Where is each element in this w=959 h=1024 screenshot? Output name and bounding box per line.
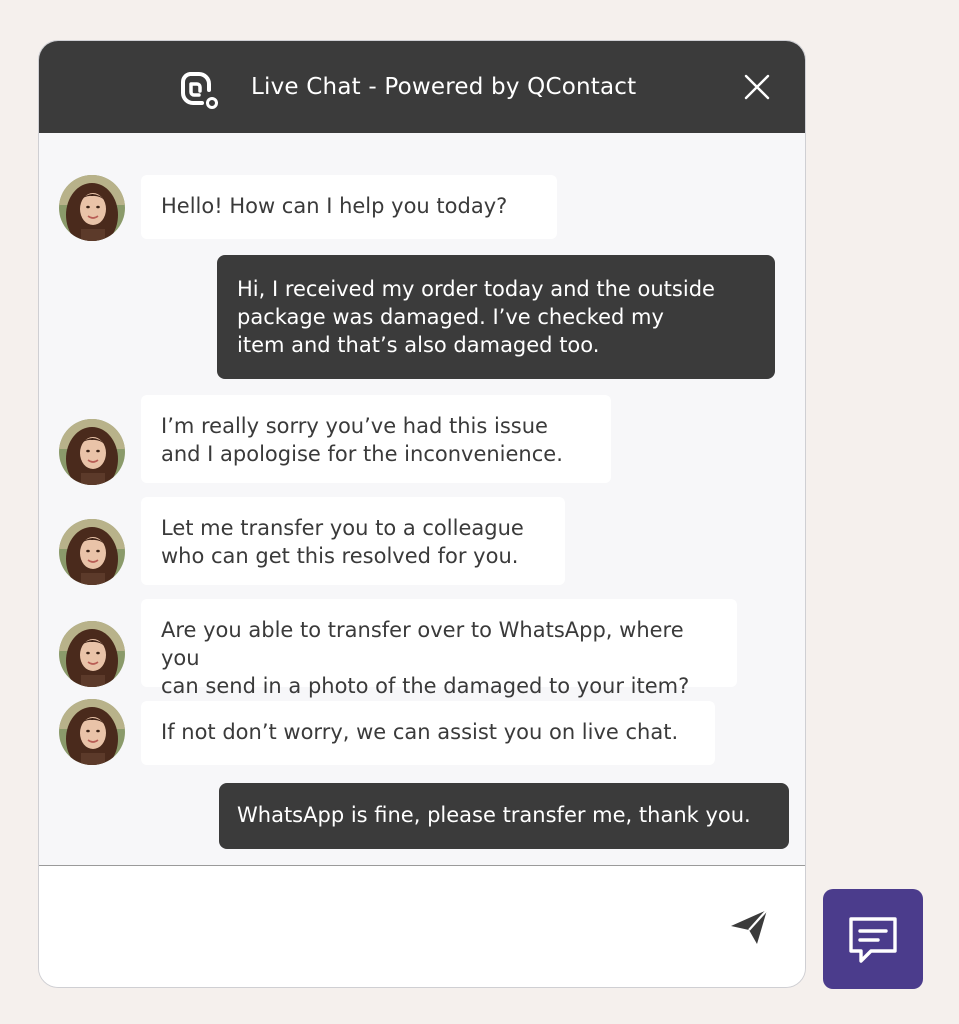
agent-photo	[59, 699, 125, 765]
agent-avatar	[59, 519, 125, 585]
agent-avatar	[59, 175, 125, 241]
message-list: Hello! How can I help you today? Hi, I r…	[39, 133, 805, 865]
user-message-bubble: Hi, I received my order today and the ou…	[217, 255, 775, 379]
agent-photo	[59, 519, 125, 585]
message-input[interactable]	[59, 886, 703, 968]
user-message-bubble: WhatsApp is fine, please transfer me, th…	[219, 783, 789, 849]
chat-window: Live Chat - Powered by QContact Hello! H…	[38, 40, 806, 988]
qcontact-logo-icon	[180, 72, 218, 109]
agent-photo	[59, 175, 125, 241]
message-composer	[39, 865, 805, 987]
agent-message-bubble: I’m really sorry you’ve had this issue a…	[141, 395, 611, 483]
agent-message-bubble: If not don’t worry, we can assist you on…	[141, 701, 715, 765]
agent-photo	[59, 621, 125, 687]
agent-avatar	[59, 419, 125, 485]
chat-bubble-icon	[849, 917, 897, 963]
chat-title: Live Chat - Powered by QContact	[251, 74, 637, 100]
chat-header: Live Chat - Powered by QContact	[39, 41, 805, 133]
agent-message-bubble: Let me transfer you to a colleague who c…	[141, 497, 565, 585]
close-button[interactable]	[741, 71, 773, 103]
agent-photo	[59, 419, 125, 485]
agent-message-bubble: Are you able to transfer over to WhatsAp…	[141, 599, 737, 698]
chat-launcher-button[interactable]	[823, 889, 923, 989]
agent-avatar	[59, 621, 125, 687]
agent-message-bubble: Hello! How can I help you today?	[141, 175, 557, 239]
agent-avatar	[59, 699, 125, 765]
send-icon[interactable]	[727, 904, 771, 948]
page: Live Chat - Powered by QContact Hello! H…	[0, 0, 959, 1024]
